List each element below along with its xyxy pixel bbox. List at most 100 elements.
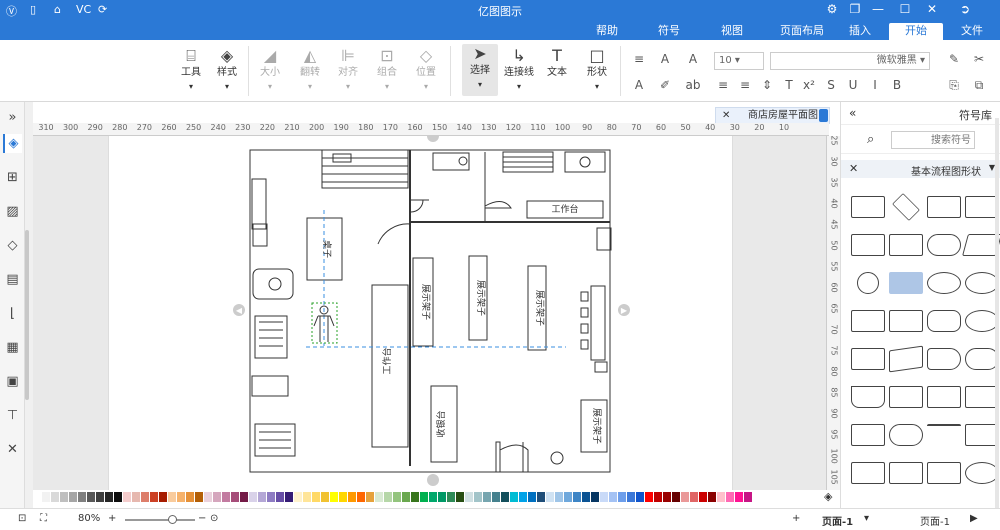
para-icon[interactable]: ≡ xyxy=(630,52,648,66)
fill-bucket-icon[interactable]: ◈ xyxy=(824,490,832,503)
color-swatch[interactable] xyxy=(708,492,716,502)
tab-page-layout[interactable]: 页面布局 xyxy=(769,23,835,40)
layers-panel-icon[interactable]: ◇ xyxy=(3,236,22,255)
color-swatch[interactable] xyxy=(33,492,41,502)
color-swatch[interactable] xyxy=(231,492,239,502)
color-swatch[interactable] xyxy=(510,492,518,502)
strike-icon[interactable]: S xyxy=(822,78,840,92)
left-scrollbar[interactable] xyxy=(25,230,29,400)
color-swatch[interactable] xyxy=(582,492,590,502)
color-swatch[interactable] xyxy=(213,492,221,502)
library-shape[interactable] xyxy=(927,196,961,218)
library-shape[interactable] xyxy=(851,462,885,484)
page-selector[interactable]: 页面-1 xyxy=(822,513,853,528)
color-swatch[interactable] xyxy=(636,492,644,502)
library-shape[interactable] xyxy=(965,310,999,332)
color-swatch[interactable] xyxy=(339,492,347,502)
fullscreen-icon[interactable]: ⛶ xyxy=(40,513,47,524)
library-shape[interactable] xyxy=(965,386,999,408)
copy-icon[interactable]: ⧉ xyxy=(970,78,988,93)
color-swatch[interactable] xyxy=(528,492,536,502)
color-swatch[interactable] xyxy=(573,492,581,502)
color-swatch[interactable] xyxy=(312,492,320,502)
tab-file[interactable]: 文件 xyxy=(945,23,999,40)
color-swatch[interactable] xyxy=(150,492,158,502)
color-swatch[interactable] xyxy=(591,492,599,502)
category-header[interactable]: ✕ 基本流程图形状 ▼ xyxy=(841,160,1000,178)
color-swatch[interactable] xyxy=(681,492,689,502)
color-swatch[interactable] xyxy=(402,492,410,502)
rotate-button[interactable]: ◭ 翻转 ▾ xyxy=(295,46,325,94)
tools-button[interactable]: ⌸ 工具 ▾ xyxy=(176,46,206,94)
page-tab[interactable]: 页面-1 xyxy=(920,513,950,528)
page-icon[interactable]: ▤ xyxy=(3,270,22,289)
page-caret-icon[interactable]: ▾ xyxy=(864,513,869,524)
color-swatch[interactable] xyxy=(537,492,545,502)
color-swatch[interactable] xyxy=(609,492,617,502)
case-icon[interactable]: ab xyxy=(684,78,702,92)
cut-icon[interactable]: ✂ xyxy=(970,52,988,66)
color-swatch[interactable] xyxy=(447,492,455,502)
zoom-in-button[interactable]: + xyxy=(108,513,116,524)
color-swatch[interactable] xyxy=(87,492,95,502)
library-shape[interactable] xyxy=(965,462,999,484)
color-swatch[interactable] xyxy=(249,492,257,502)
library-shape[interactable] xyxy=(851,234,885,256)
color-swatch[interactable] xyxy=(393,492,401,502)
chart-icon[interactable]: ⌊ xyxy=(3,304,22,323)
color-swatch[interactable] xyxy=(159,492,167,502)
library-shape[interactable] xyxy=(927,348,961,370)
color-swatch[interactable] xyxy=(69,492,77,502)
tab-view[interactable]: 视图 xyxy=(705,23,759,40)
color-swatch[interactable] xyxy=(42,492,50,502)
color-swatch[interactable] xyxy=(411,492,419,502)
close-category-icon[interactable]: ✕ xyxy=(849,162,858,175)
color-swatch[interactable] xyxy=(672,492,680,502)
color-swatch[interactable] xyxy=(492,492,500,502)
collapse-right-icon[interactable]: « xyxy=(849,106,856,120)
color-swatch[interactable] xyxy=(123,492,131,502)
stove[interactable] xyxy=(564,151,606,173)
color-swatch[interactable] xyxy=(654,492,662,502)
image-icon[interactable]: ▨ xyxy=(3,202,22,221)
zoom-out-button[interactable]: − xyxy=(198,513,206,524)
fit-page-icon[interactable]: ⊡ xyxy=(18,513,26,524)
library-shape[interactable] xyxy=(889,424,923,446)
font-grow-icon[interactable]: A xyxy=(684,52,702,66)
color-swatch[interactable] xyxy=(294,492,302,502)
color-swatch[interactable] xyxy=(132,492,140,502)
color-swatch[interactable] xyxy=(330,492,338,502)
color-swatch[interactable] xyxy=(483,492,491,502)
color-swatch[interactable] xyxy=(105,492,113,502)
library-shape[interactable] xyxy=(851,348,885,370)
library-shape[interactable] xyxy=(889,345,923,373)
format-icon[interactable]: ⊤ xyxy=(3,406,22,425)
text-grow-icon[interactable]: T xyxy=(780,78,798,92)
position-button[interactable]: ◇ 位置 ▾ xyxy=(411,46,441,94)
color-swatch[interactable] xyxy=(348,492,356,502)
highlight-icon[interactable]: ✐ xyxy=(656,78,674,92)
color-swatch[interactable] xyxy=(186,492,194,502)
color-swatch[interactable] xyxy=(267,492,275,502)
font-family-select[interactable]: 微软雅黑 ▾ xyxy=(770,52,930,70)
color-swatch[interactable] xyxy=(276,492,284,502)
sink-top[interactable] xyxy=(432,152,470,171)
library-shape[interactable] xyxy=(892,193,920,221)
align-left-icon[interactable]: ≡ xyxy=(736,78,754,92)
color-swatch[interactable] xyxy=(114,492,122,502)
color-swatch[interactable] xyxy=(429,492,437,502)
text-button[interactable]: T 文本 xyxy=(540,46,574,80)
library-shape[interactable] xyxy=(927,234,961,256)
color-swatch[interactable] xyxy=(60,492,68,502)
color-swatch[interactable] xyxy=(222,492,230,502)
library-shape[interactable] xyxy=(927,424,961,446)
freezer[interactable] xyxy=(251,375,289,397)
color-swatch[interactable] xyxy=(501,492,509,502)
color-swatch[interactable] xyxy=(465,492,473,502)
tab-insert[interactable]: 插入 xyxy=(833,23,887,40)
color-swatch[interactable] xyxy=(690,492,698,502)
library-shape[interactable] xyxy=(927,310,961,332)
close-doc-icon[interactable]: ✕ xyxy=(722,108,730,123)
library-shape[interactable] xyxy=(889,462,923,484)
align-button[interactable]: ⊫ 对齐 ▾ xyxy=(333,46,363,94)
